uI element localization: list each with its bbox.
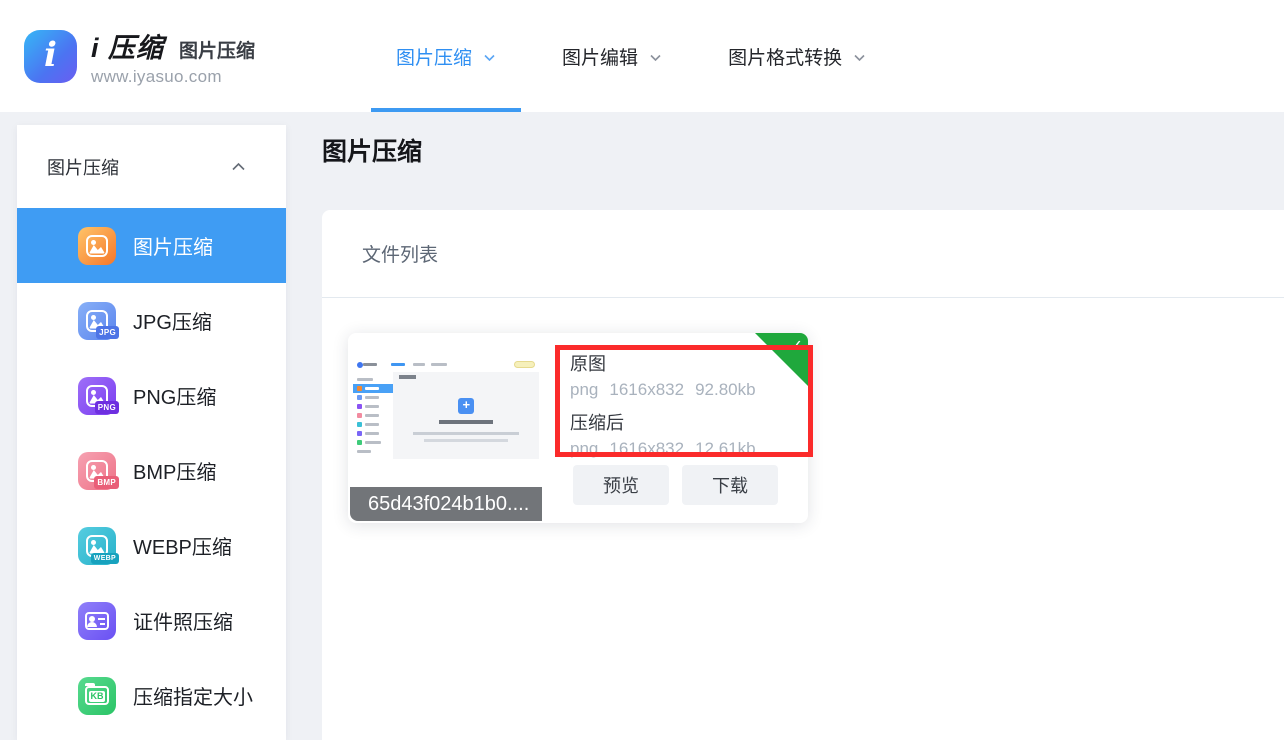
compressed-label: 压缩后 [570,409,767,435]
logo-text: i 压缩 图片压缩 www.iyasuo.com [91,26,255,87]
sidebar-item-compress-to-size[interactable]: KB 压缩指定大小 [17,658,286,733]
png-badge: PNG [95,401,119,414]
top-nav: 图片压缩 图片编辑 图片格式转换 [363,0,899,112]
jpg-badge: JPG [96,326,119,339]
page-title: 图片压缩 [322,132,422,168]
sidebar-item-png-compress[interactable]: PNG PNG压缩 [17,358,286,433]
nav-tab-format-convert[interactable]: 图片格式转换 [695,0,899,112]
file-thumbnail[interactable]: 65d43f024b1b0.... [350,335,542,521]
sidebar-item-label: JPG压缩 [133,306,212,335]
file-list-header: 文件列表 [322,210,1284,298]
product-name: 图片压缩 [179,36,255,63]
image-compress-icon [78,227,116,265]
brand-name: i 压缩 [91,26,164,65]
file-list-title: 文件列表 [362,240,438,267]
original-format: png [570,380,598,399]
sidebar-item-label: BMP压缩 [133,456,216,485]
chevron-down-icon [483,51,496,64]
download-button[interactable]: 下载 [682,465,778,505]
nav-tab-label: 图片编辑 [562,43,638,70]
logo: i i 压缩 图片压缩 www.iyasuo.com [24,26,255,87]
sidebar-item-label: 图片压缩 [133,231,213,260]
sidebar-item-bmp-compress[interactable]: BMP BMP压缩 [17,433,286,508]
file-name: 65d43f024b1b0.... [350,487,542,521]
original-meta: png 1616x832 92.80kb [570,380,767,400]
sidebar-item-label: 证件照压缩 [133,606,233,635]
chevron-down-icon [853,51,866,64]
sidebar-item-id-photo-compress[interactable]: 证件照压缩 [17,583,286,658]
app-header: i i 压缩 图片压缩 www.iyasuo.com 图片压缩 图片编辑 图片格… [0,0,1284,112]
file-info: 原图 png 1616x832 92.80kb 压缩后 png 1616x832 12.… [570,350,767,468]
compressed-size: 12.61kb [695,439,756,458]
nav-tab-label: 图片格式转换 [728,43,842,70]
jpg-icon: JPG [78,302,116,340]
id-card-icon [78,602,116,640]
file-list-card: 文件列表 ✓ [322,210,1284,740]
compressed-meta: png 1616x832 12.61kb [570,439,767,459]
compressed-format: png [570,439,598,458]
kb-badge: KB [89,691,105,702]
webp-icon: WEBP [78,527,116,565]
nav-tab-label: 图片压缩 [396,43,472,70]
preview-button[interactable]: 预览 [573,465,669,505]
site-url: www.iyasuo.com [91,67,255,87]
bmp-icon: BMP [78,452,116,490]
sidebar-item-label: 压缩指定大小 [133,681,253,710]
sidebar-group-title: 图片压缩 [47,154,119,180]
sidebar-item-image-compress[interactable]: 图片压缩 [17,208,286,283]
sidebar-item-jpg-compress[interactable]: JPG JPG压缩 [17,283,286,358]
compressed-dimensions: 1616x832 [609,439,684,458]
chevron-down-icon [649,51,662,64]
kb-folder-icon: KB [78,677,116,715]
webp-badge: WEBP [91,553,119,564]
sidebar: 图片压缩 图片压缩 JPG JPG压缩 PNG PNG压缩 BMP BMP压缩 [17,125,286,740]
sidebar-item-label: WEBP压缩 [133,531,232,560]
bmp-badge: BMP [94,476,119,489]
main-content: 图片压缩 文件列表 ✓ [322,112,1284,740]
original-label: 原图 [570,350,767,376]
logo-icon: i [24,30,77,83]
png-icon: PNG [78,377,116,415]
nav-tab-image-compress[interactable]: 图片压缩 [363,0,529,112]
original-dimensions: 1616x832 [609,380,684,399]
thumbnail-screenshot [353,357,539,459]
file-actions: 预览 下载 [573,465,778,505]
sidebar-item-webp-compress[interactable]: WEBP WEBP压缩 [17,508,286,583]
sidebar-item-label: PNG压缩 [133,381,216,410]
file-item: ✓ [348,333,808,523]
chevron-up-icon [231,161,246,173]
nav-tab-image-edit[interactable]: 图片编辑 [529,0,695,112]
sidebar-group-header[interactable]: 图片压缩 [17,125,286,208]
check-icon: ✓ [790,336,803,356]
original-size: 92.80kb [695,380,756,399]
